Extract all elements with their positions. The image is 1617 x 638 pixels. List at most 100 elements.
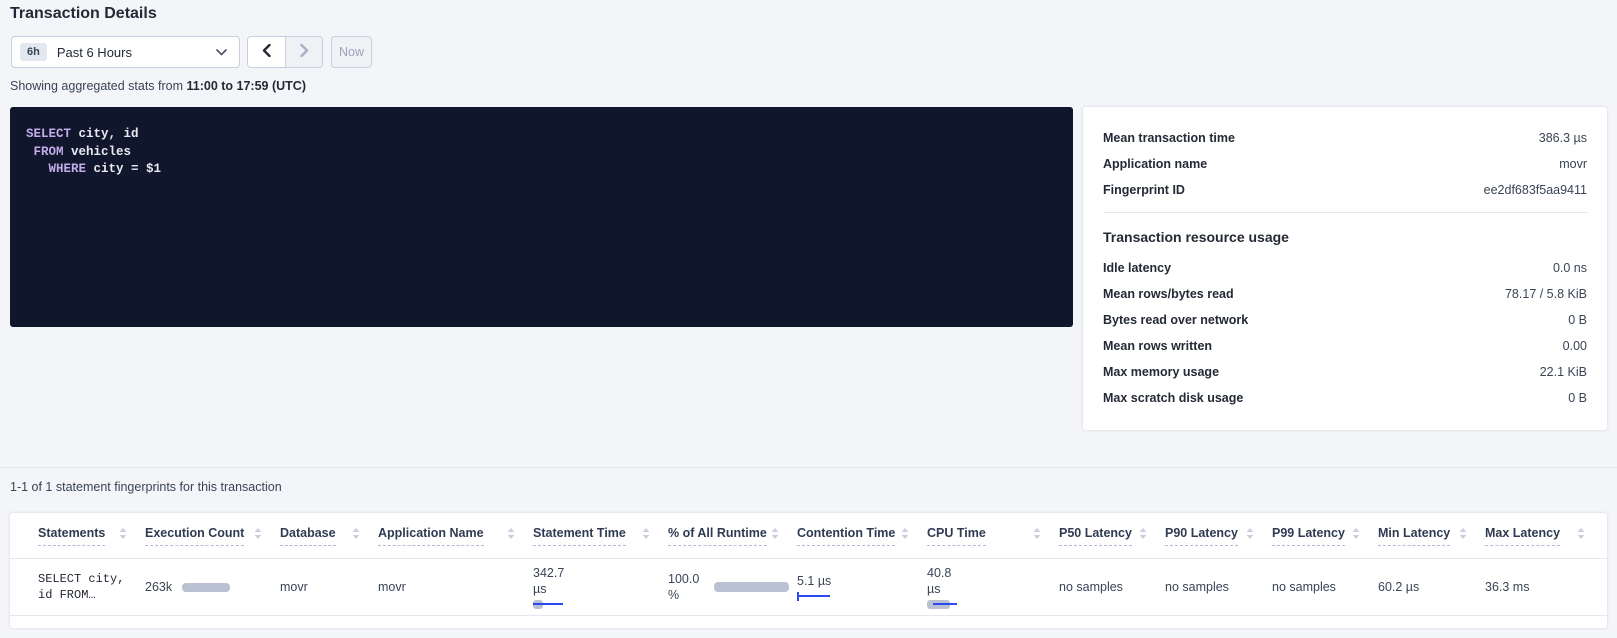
- summary-divider: [1103, 212, 1587, 213]
- resource-row-mean-rows-bytes-read: Mean rows/bytes read 78.17 / 5.8 KiB: [1103, 281, 1587, 307]
- sort-icon: [352, 527, 360, 545]
- chevron-down-icon: [216, 43, 227, 61]
- column-header-contention-time[interactable]: Contention Time: [797, 526, 927, 546]
- sql-text: city = $1: [86, 162, 161, 176]
- caption-prefix: Showing aggregated stats from: [10, 79, 187, 93]
- cell-application-name: movr: [378, 580, 533, 594]
- statements-table-header: Statements Execution Count Database Appl…: [10, 513, 1607, 558]
- time-range-dropdown[interactable]: 6h Past 6 Hours: [11, 36, 240, 68]
- column-header-application-name[interactable]: Application Name: [378, 526, 533, 546]
- summary-value: movr: [1559, 157, 1587, 171]
- summary-label: Bytes read over network: [1103, 313, 1248, 327]
- summary-value: 0.0 ns: [1553, 261, 1587, 275]
- cell-pct-runtime: 100.0 %: [668, 571, 797, 603]
- pct-runtime-bar: [714, 582, 789, 592]
- resource-row-bytes-read-over-network: Bytes read over network 0 B: [1103, 307, 1587, 333]
- summary-value: 78.17 / 5.8 KiB: [1505, 287, 1587, 301]
- aggregated-stats-caption: Showing aggregated stats from 11:00 to 1…: [10, 79, 306, 93]
- summary-label: Mean rows/bytes read: [1103, 287, 1234, 301]
- time-nav-group: [247, 36, 323, 68]
- sort-icon: [1352, 527, 1360, 545]
- contention-time-bar: [797, 592, 831, 602]
- sql-line: WHERE city = $1: [26, 161, 1057, 179]
- summary-value: 22.1 KiB: [1540, 365, 1587, 379]
- sql-text: vehicles: [64, 145, 132, 159]
- resource-row-mean-rows-written: Mean rows written 0.00: [1103, 333, 1587, 359]
- chevron-right-icon: [300, 44, 309, 60]
- statements-table: Statements Execution Count Database Appl…: [10, 513, 1607, 628]
- cell-database: movr: [280, 580, 378, 594]
- summary-label: Max memory usage: [1103, 365, 1219, 379]
- sort-icon: [1459, 527, 1467, 545]
- time-range-badge: 6h: [20, 43, 47, 61]
- sort-icon: [1033, 527, 1041, 545]
- sort-icon: [1139, 527, 1147, 545]
- summary-label: Mean rows written: [1103, 339, 1212, 353]
- column-header-statement-time[interactable]: Statement Time: [533, 526, 668, 546]
- sql-line: SELECT city, id: [26, 126, 1057, 144]
- summary-label: Max scratch disk usage: [1103, 391, 1243, 405]
- sort-icon: [642, 527, 650, 545]
- sort-icon: [771, 527, 779, 545]
- summary-label: Fingerprint ID: [1103, 183, 1185, 197]
- summary-row-application-name: Application name movr: [1103, 151, 1587, 177]
- column-header-p90-latency[interactable]: P90 Latency: [1165, 526, 1272, 546]
- column-header-cpu-time[interactable]: CPU Time: [927, 526, 1059, 546]
- statement-link[interactable]: SELECT city, id FROM…: [38, 571, 124, 603]
- sort-icon: [119, 527, 127, 545]
- cell-p50-latency: no samples: [1059, 580, 1165, 594]
- summary-value: 386.3 µs: [1539, 131, 1587, 145]
- column-header-statements[interactable]: Statements: [38, 526, 145, 546]
- statement-table-row: SELECT city, id FROM… 263k movr movr 342…: [10, 558, 1607, 616]
- cell-execution-count: 263k: [145, 580, 280, 594]
- cell-p90-latency: no samples: [1165, 580, 1272, 594]
- page-title: Transaction Details: [10, 5, 157, 23]
- summary-value: ee2df683f5aa9411: [1484, 183, 1587, 197]
- cell-contention-time: 5.1 µs: [797, 573, 927, 602]
- cell-min-latency: 60.2 µs: [1378, 580, 1485, 594]
- cell-p99-latency: no samples: [1272, 580, 1378, 594]
- transaction-summary-card: Mean transaction time 386.3 µs Applicati…: [1083, 107, 1607, 430]
- summary-row-fingerprint-id: Fingerprint ID ee2df683f5aa9411: [1103, 177, 1587, 203]
- sql-line: FROM vehicles: [26, 144, 1057, 162]
- sort-icon: [1577, 527, 1585, 545]
- sql-statement-box: SELECT city, id FROM vehicles WHERE city…: [10, 107, 1073, 327]
- time-controls: 6h Past 6 Hours Now: [11, 36, 372, 68]
- summary-row-mean-transaction-time: Mean transaction time 386.3 µs: [1103, 125, 1587, 151]
- summary-value: 0 B: [1568, 391, 1587, 405]
- prev-range-button[interactable]: [248, 37, 285, 67]
- column-header-min-latency[interactable]: Min Latency: [1378, 526, 1485, 546]
- resource-row-max-scratch-disk-usage: Max scratch disk usage 0 B: [1103, 385, 1587, 411]
- sql-keyword: WHERE: [49, 162, 87, 176]
- column-header-max-latency[interactable]: Max Latency: [1485, 526, 1603, 546]
- summary-label: Idle latency: [1103, 261, 1171, 275]
- section-divider: [0, 467, 1617, 468]
- sort-icon: [901, 527, 909, 545]
- now-button[interactable]: Now: [331, 36, 372, 68]
- summary-value: 0.00: [1563, 339, 1587, 353]
- cpu-time-bar: [927, 600, 963, 610]
- caption-range: 11:00 to 17:59 (UTC): [187, 79, 306, 93]
- chevron-left-icon: [262, 44, 271, 60]
- resource-usage-title: Transaction resource usage: [1103, 229, 1587, 245]
- column-header-database[interactable]: Database: [280, 526, 378, 546]
- sort-icon: [254, 527, 262, 545]
- cell-statement[interactable]: SELECT city, id FROM…: [38, 571, 145, 603]
- cell-cpu-time: 40.8 µs: [927, 565, 1059, 610]
- fingerprints-count-caption: 1-1 of 1 statement fingerprints for this…: [10, 480, 282, 494]
- resource-row-idle-latency: Idle latency 0.0 ns: [1103, 255, 1587, 281]
- execution-count-bar: [182, 583, 230, 592]
- column-header-execution-count[interactable]: Execution Count: [145, 526, 280, 546]
- cell-max-latency: 36.3 ms: [1485, 580, 1603, 594]
- column-header-p99-latency[interactable]: P99 Latency: [1272, 526, 1378, 546]
- time-range-label: Past 6 Hours: [57, 45, 216, 60]
- statement-time-bar: [533, 600, 577, 610]
- next-range-button[interactable]: [285, 37, 322, 67]
- transaction-details-page: Transaction Details 6h Past 6 Hours Now …: [0, 0, 1617, 638]
- summary-value: 0 B: [1568, 313, 1587, 327]
- sql-keyword: SELECT: [26, 127, 71, 141]
- sort-icon: [1246, 527, 1254, 545]
- summary-label: Application name: [1103, 157, 1207, 171]
- column-header-pct-of-all-runtime[interactable]: % of All Runtime: [668, 526, 797, 546]
- column-header-p50-latency[interactable]: P50 Latency: [1059, 526, 1165, 546]
